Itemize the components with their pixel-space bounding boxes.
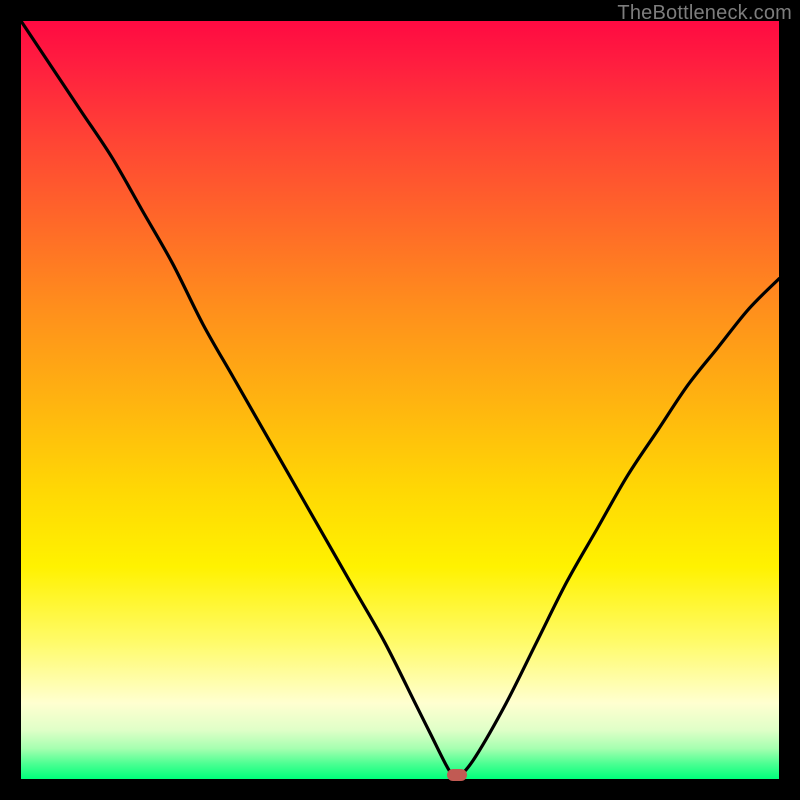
plot-area — [21, 21, 779, 779]
optimum-marker — [447, 769, 467, 781]
bottleneck-curve — [21, 21, 779, 779]
chart-frame: TheBottleneck.com — [0, 0, 800, 800]
